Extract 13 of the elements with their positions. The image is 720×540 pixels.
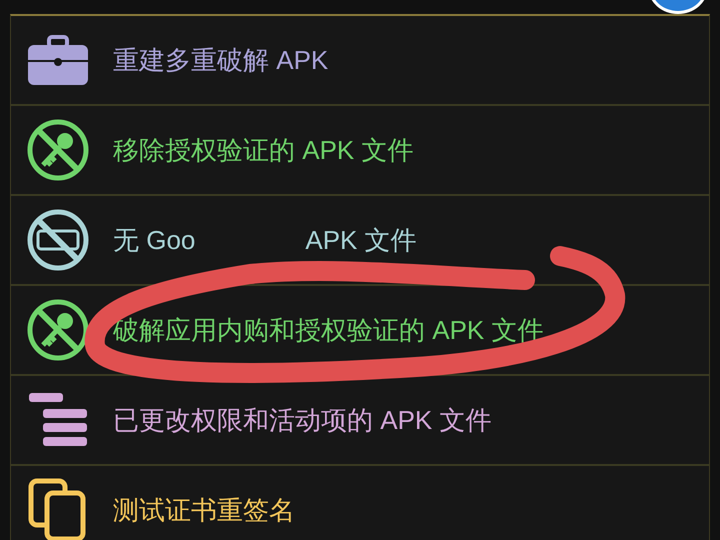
menu-item[interactable]: 重建多重破解 APK — [11, 16, 709, 106]
menu-item-label: 测试证书重签名 — [113, 494, 295, 526]
menu-item[interactable]: 已更改权限和活动项的 APK 文件 — [11, 376, 709, 466]
menu-item[interactable]: 移除授权验证的 APK 文件 — [11, 106, 709, 196]
menu-item[interactable]: 破解应用内购和授权验证的 APK 文件 — [11, 286, 709, 376]
menu-item-label: APK 文件 — [305, 224, 417, 256]
menu-item-label: 无 Goo — [113, 224, 196, 256]
menu-item[interactable]: 无 Goo APK 文件 — [11, 196, 709, 286]
menu-item[interactable]: 测试证书重签名 — [11, 466, 709, 540]
menu-item-label: 重建多重破解 APK — [113, 44, 328, 76]
menu-item-label: 破解应用内购和授权验证的 APK 文件 — [113, 314, 544, 346]
menu-item-label: 移除授权验证的 APK 文件 — [113, 134, 414, 166]
menu-item-label: 已更改权限和活动项的 APK 文件 — [113, 404, 492, 436]
